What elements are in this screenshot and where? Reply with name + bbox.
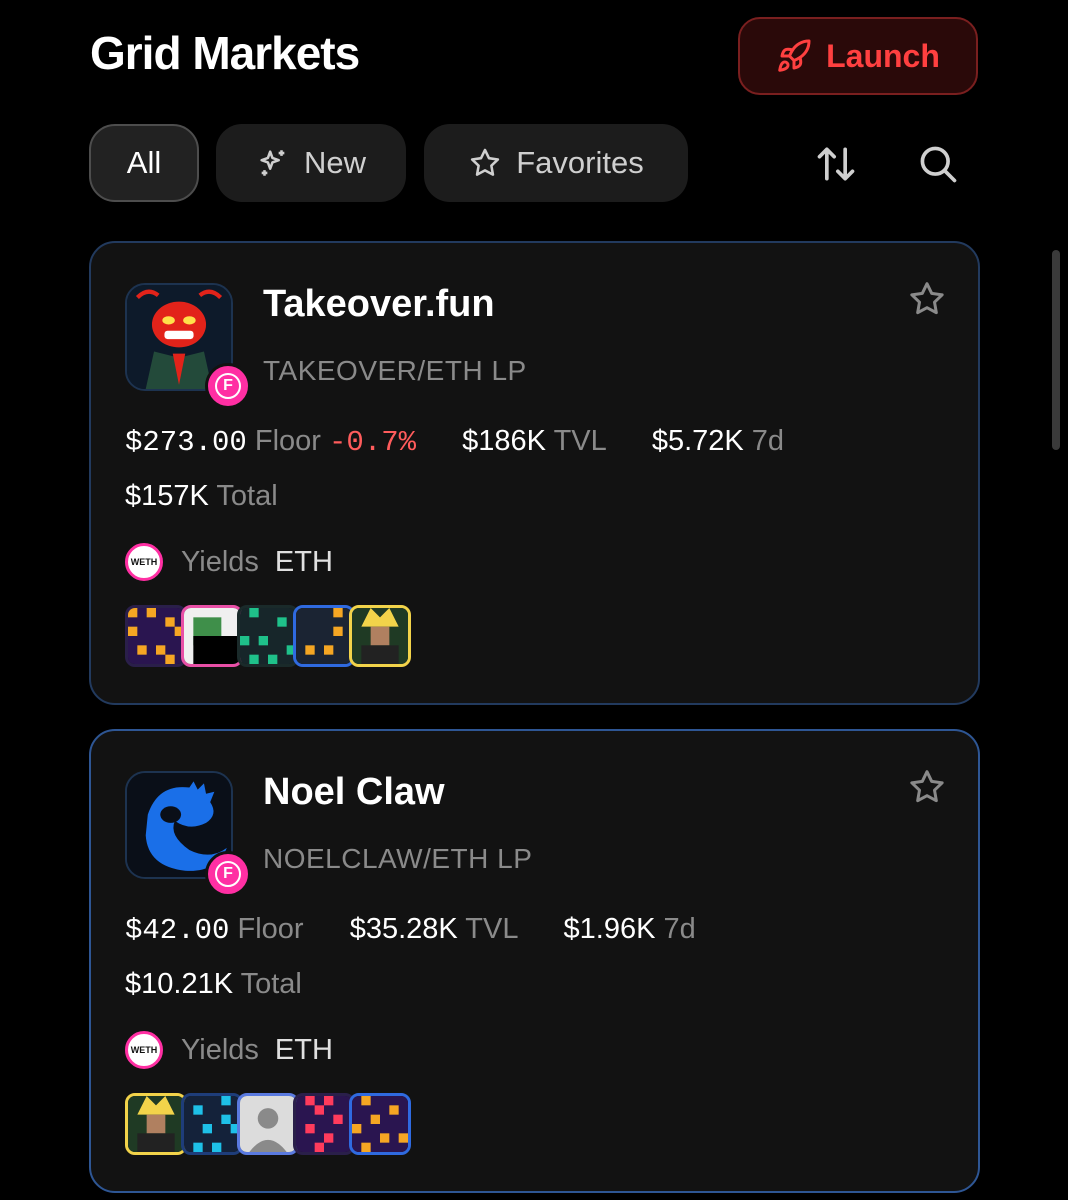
floor-change: -0.7%: [329, 426, 417, 459]
yields-row: WETH Yields ETH: [125, 1031, 333, 1069]
total-label: Total: [240, 968, 302, 1000]
holder-avatar[interactable]: [237, 1093, 299, 1155]
page-title: Grid Markets: [90, 27, 360, 79]
scrollbar[interactable]: [1052, 250, 1060, 450]
weth-icon: WETH: [125, 1031, 163, 1069]
launch-button[interactable]: Launch: [738, 17, 978, 95]
total-label: Total: [216, 480, 278, 512]
market-card[interactable]: F Noel Claw NOELCLAW/ETH LP $42.00 Floor…: [89, 729, 980, 1193]
platform-badge-icon: F: [205, 851, 251, 897]
market-total: $157K Total: [125, 480, 278, 513]
market-stats: $42.00 Floor $35.28K TVL $1.96K 7d: [125, 913, 696, 947]
favorite-star-icon[interactable]: [907, 767, 947, 807]
tvl-label: TVL: [553, 425, 606, 457]
yields-label: Yields: [181, 545, 259, 578]
holder-avatar[interactable]: [181, 605, 243, 667]
market-pair: TAKEOVER/ETH LP: [263, 355, 527, 386]
sparkles-icon: [260, 150, 285, 176]
filter-all-tab[interactable]: All: [89, 124, 199, 202]
yields-label: Yields: [181, 1033, 259, 1066]
rocket-icon: [778, 39, 811, 72]
market-total: $10.21K Total: [125, 968, 302, 1001]
favorite-star-icon[interactable]: [907, 279, 947, 319]
holder-avatar[interactable]: [349, 605, 411, 667]
week-value: $5.72K: [651, 425, 744, 457]
filter-new-tab[interactable]: New: [216, 124, 406, 202]
sort-icon[interactable]: [814, 142, 858, 186]
filter-all-label: All: [126, 145, 162, 180]
holder-avatar[interactable]: [293, 1093, 355, 1155]
yields-asset: ETH: [274, 1033, 333, 1066]
filter-favorites-label: Favorites: [516, 145, 644, 180]
yields-asset: ETH: [274, 545, 333, 578]
tvl-label: TVL: [465, 913, 518, 945]
star-outline-icon: [471, 148, 500, 176]
holder-avatar[interactable]: [349, 1093, 411, 1155]
weth-icon: WETH: [125, 543, 163, 581]
filter-favorites-tab[interactable]: Favorites: [424, 124, 688, 202]
week-value: $1.96K: [563, 913, 656, 945]
market-card[interactable]: F Takeover.fun TAKEOVER/ETH LP $273.00 F…: [89, 241, 980, 705]
tvl-value: $35.28K: [349, 913, 458, 945]
floor-label: Floor: [237, 913, 304, 945]
market-name: Noel Claw: [263, 771, 445, 813]
week-label: 7d: [663, 913, 696, 945]
holder-avatar[interactable]: [237, 605, 299, 667]
total-value: $10.21K: [125, 968, 234, 1000]
floor-label: Floor: [254, 425, 321, 457]
market-pair: NOELCLAW/ETH LP: [263, 843, 533, 874]
holder-avatar[interactable]: [293, 605, 355, 667]
floor-value: $273.00: [125, 426, 247, 459]
platform-badge-icon: F: [205, 363, 251, 409]
total-value: $157K: [125, 480, 209, 512]
launch-label: Launch: [826, 37, 940, 74]
floor-value: $42.00: [125, 914, 230, 947]
market-name: Takeover.fun: [263, 283, 495, 325]
market-stats: $273.00 Floor -0.7% $186K TVL $5.72K 7d: [125, 425, 784, 459]
yields-row: WETH Yields ETH: [125, 543, 333, 581]
tvl-value: $186K: [462, 425, 547, 457]
filter-new-label: New: [303, 145, 366, 180]
holder-avatar[interactable]: [125, 1093, 187, 1155]
week-label: 7d: [751, 425, 785, 457]
search-icon[interactable]: [916, 142, 960, 186]
holder-avatar[interactable]: [125, 605, 187, 667]
holder-avatar[interactable]: [181, 1093, 243, 1155]
